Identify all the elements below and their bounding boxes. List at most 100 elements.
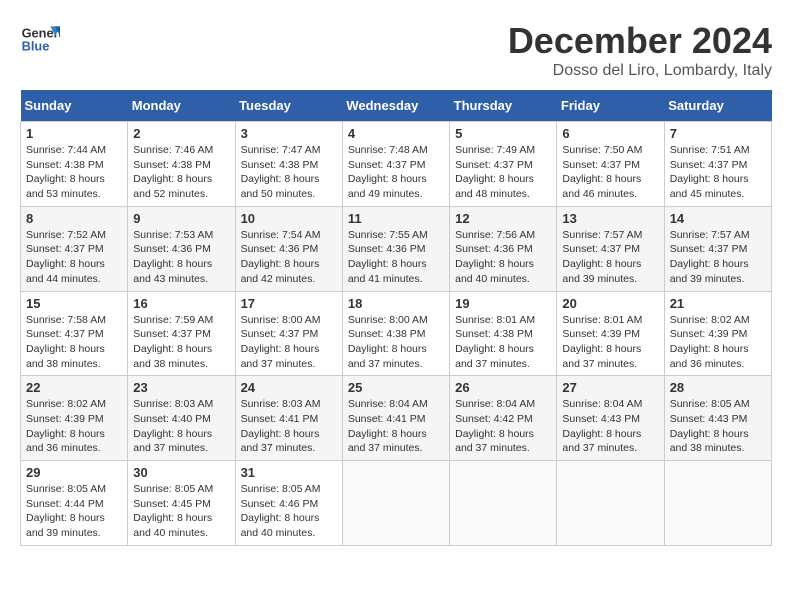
header-day-thursday: Thursday xyxy=(450,90,557,122)
day-number: 24 xyxy=(241,380,337,395)
calendar-cell xyxy=(664,461,771,546)
day-info: Sunrise: 7:58 AM Sunset: 4:37 PM Dayligh… xyxy=(26,313,122,372)
day-number: 28 xyxy=(670,380,766,395)
calendar-cell: 19 Sunrise: 8:01 AM Sunset: 4:38 PM Dayli… xyxy=(450,291,557,376)
day-info: Sunrise: 8:01 AM Sunset: 4:38 PM Dayligh… xyxy=(455,313,551,372)
day-number: 31 xyxy=(241,465,337,480)
day-info: Sunrise: 8:00 AM Sunset: 4:37 PM Dayligh… xyxy=(241,313,337,372)
calendar-cell: 13 Sunrise: 7:57 AM Sunset: 4:37 PM Dayli… xyxy=(557,206,664,291)
calendar-cell: 21Sunrise: 8:02 AM Sunset: 4:39 PM Dayli… xyxy=(664,291,771,376)
day-number: 4 xyxy=(348,126,444,141)
day-info: Sunrise: 8:02 AM Sunset: 4:39 PM Dayligh… xyxy=(670,313,766,372)
calendar-cell: 22Sunrise: 8:02 AM Sunset: 4:39 PM Dayli… xyxy=(21,376,128,461)
day-info: Sunrise: 7:57 AM Sunset: 4:37 PM Dayligh… xyxy=(670,228,766,287)
calendar-cell: 1 Sunrise: 7:44 AM Sunset: 4:38 PM Daylig… xyxy=(21,122,128,207)
title-section: December 2024 Dosso del Liro, Lombardy, … xyxy=(508,20,772,80)
day-number: 17 xyxy=(241,296,337,311)
day-info: Sunrise: 7:44 AM Sunset: 4:38 PM Dayligh… xyxy=(26,143,122,202)
day-number: 3 xyxy=(241,126,337,141)
day-info: Sunrise: 7:46 AM Sunset: 4:38 PM Dayligh… xyxy=(133,143,229,202)
day-info: Sunrise: 8:04 AM Sunset: 4:41 PM Dayligh… xyxy=(348,397,444,456)
calendar-cell xyxy=(450,461,557,546)
location-title: Dosso del Liro, Lombardy, Italy xyxy=(508,62,772,80)
day-number: 25 xyxy=(348,380,444,395)
calendar-week-1: 1 Sunrise: 7:44 AM Sunset: 4:38 PM Daylig… xyxy=(21,122,772,207)
svg-text:Blue: Blue xyxy=(22,38,50,53)
calendar-cell: 31 Sunrise: 8:05 AM Sunset: 4:46 PM Dayli… xyxy=(235,461,342,546)
day-info: Sunrise: 8:04 AM Sunset: 4:43 PM Dayligh… xyxy=(562,397,658,456)
calendar-cell xyxy=(342,461,449,546)
day-info: Sunrise: 7:57 AM Sunset: 4:37 PM Dayligh… xyxy=(562,228,658,287)
calendar-cell: 23Sunrise: 8:03 AM Sunset: 4:40 PM Dayli… xyxy=(128,376,235,461)
day-info: Sunrise: 7:55 AM Sunset: 4:36 PM Dayligh… xyxy=(348,228,444,287)
calendar-table: SundayMondayTuesdayWednesdayThursdayFrid… xyxy=(20,90,772,546)
day-info: Sunrise: 8:04 AM Sunset: 4:42 PM Dayligh… xyxy=(455,397,551,456)
logo: General Blue xyxy=(20,20,66,60)
day-info: Sunrise: 8:03 AM Sunset: 4:41 PM Dayligh… xyxy=(241,397,337,456)
day-info: Sunrise: 8:01 AM Sunset: 4:39 PM Dayligh… xyxy=(562,313,658,372)
calendar-cell: 17 Sunrise: 8:00 AM Sunset: 4:37 PM Dayli… xyxy=(235,291,342,376)
day-info: Sunrise: 7:48 AM Sunset: 4:37 PM Dayligh… xyxy=(348,143,444,202)
calendar-week-4: 22Sunrise: 8:02 AM Sunset: 4:39 PM Dayli… xyxy=(21,376,772,461)
day-info: Sunrise: 7:56 AM Sunset: 4:36 PM Dayligh… xyxy=(455,228,551,287)
day-number: 14 xyxy=(670,211,766,226)
calendar-cell: 24 Sunrise: 8:03 AM Sunset: 4:41 PM Dayli… xyxy=(235,376,342,461)
calendar-cell: 25 Sunrise: 8:04 AM Sunset: 4:41 PM Dayli… xyxy=(342,376,449,461)
day-info: Sunrise: 7:49 AM Sunset: 4:37 PM Dayligh… xyxy=(455,143,551,202)
calendar-cell: 30 Sunrise: 8:05 AM Sunset: 4:45 PM Dayli… xyxy=(128,461,235,546)
calendar-cell: 14 Sunrise: 7:57 AM Sunset: 4:37 PM Dayli… xyxy=(664,206,771,291)
day-number: 27 xyxy=(562,380,658,395)
day-info: Sunrise: 7:52 AM Sunset: 4:37 PM Dayligh… xyxy=(26,228,122,287)
month-title: December 2024 xyxy=(508,20,772,62)
day-info: Sunrise: 8:00 AM Sunset: 4:38 PM Dayligh… xyxy=(348,313,444,372)
day-number: 11 xyxy=(348,211,444,226)
day-number: 29 xyxy=(26,465,122,480)
day-number: 1 xyxy=(26,126,122,141)
day-info: Sunrise: 7:59 AM Sunset: 4:37 PM Dayligh… xyxy=(133,313,229,372)
day-number: 7 xyxy=(670,126,766,141)
day-number: 20 xyxy=(562,296,658,311)
calendar-cell: 18Sunrise: 8:00 AM Sunset: 4:38 PM Dayli… xyxy=(342,291,449,376)
calendar-cell: 7 Sunrise: 7:51 AM Sunset: 4:37 PM Daylig… xyxy=(664,122,771,207)
day-info: Sunrise: 7:54 AM Sunset: 4:36 PM Dayligh… xyxy=(241,228,337,287)
calendar-cell: 16Sunrise: 7:59 AM Sunset: 4:37 PM Dayli… xyxy=(128,291,235,376)
day-number: 13 xyxy=(562,211,658,226)
day-number: 6 xyxy=(562,126,658,141)
header-day-friday: Friday xyxy=(557,90,664,122)
calendar-cell xyxy=(557,461,664,546)
calendar-cell: 9Sunrise: 7:53 AM Sunset: 4:36 PM Daylig… xyxy=(128,206,235,291)
calendar-cell: 6 Sunrise: 7:50 AM Sunset: 4:37 PM Daylig… xyxy=(557,122,664,207)
day-info: Sunrise: 8:02 AM Sunset: 4:39 PM Dayligh… xyxy=(26,397,122,456)
calendar-cell: 26Sunrise: 8:04 AM Sunset: 4:42 PM Dayli… xyxy=(450,376,557,461)
calendar-week-3: 15 Sunrise: 7:58 AM Sunset: 4:37 PM Dayli… xyxy=(21,291,772,376)
day-info: Sunrise: 8:03 AM Sunset: 4:40 PM Dayligh… xyxy=(133,397,229,456)
day-number: 2 xyxy=(133,126,229,141)
calendar-cell: 5 Sunrise: 7:49 AM Sunset: 4:37 PM Daylig… xyxy=(450,122,557,207)
header-day-saturday: Saturday xyxy=(664,90,771,122)
header-day-tuesday: Tuesday xyxy=(235,90,342,122)
calendar-cell: 20 Sunrise: 8:01 AM Sunset: 4:39 PM Dayli… xyxy=(557,291,664,376)
day-number: 5 xyxy=(455,126,551,141)
day-number: 19 xyxy=(455,296,551,311)
day-info: Sunrise: 8:05 AM Sunset: 4:46 PM Dayligh… xyxy=(241,482,337,541)
day-number: 30 xyxy=(133,465,229,480)
day-info: Sunrise: 7:50 AM Sunset: 4:37 PM Dayligh… xyxy=(562,143,658,202)
day-number: 8 xyxy=(26,211,122,226)
header-day-wednesday: Wednesday xyxy=(342,90,449,122)
header-day-monday: Monday xyxy=(128,90,235,122)
header-day-sunday: Sunday xyxy=(21,90,128,122)
calendar-cell: 11 Sunrise: 7:55 AM Sunset: 4:36 PM Dayli… xyxy=(342,206,449,291)
day-number: 15 xyxy=(26,296,122,311)
day-number: 12 xyxy=(455,211,551,226)
calendar-cell: 12 Sunrise: 7:56 AM Sunset: 4:36 PM Dayli… xyxy=(450,206,557,291)
day-info: Sunrise: 7:53 AM Sunset: 4:36 PM Dayligh… xyxy=(133,228,229,287)
calendar-week-2: 8 Sunrise: 7:52 AM Sunset: 4:37 PM Daylig… xyxy=(21,206,772,291)
calendar-cell: 15 Sunrise: 7:58 AM Sunset: 4:37 PM Dayli… xyxy=(21,291,128,376)
day-info: Sunrise: 8:05 AM Sunset: 4:43 PM Dayligh… xyxy=(670,397,766,456)
day-info: Sunrise: 7:51 AM Sunset: 4:37 PM Dayligh… xyxy=(670,143,766,202)
calendar-week-5: 29Sunrise: 8:05 AM Sunset: 4:44 PM Dayli… xyxy=(21,461,772,546)
day-info: Sunrise: 8:05 AM Sunset: 4:45 PM Dayligh… xyxy=(133,482,229,541)
calendar-cell: 27 Sunrise: 8:04 AM Sunset: 4:43 PM Dayli… xyxy=(557,376,664,461)
calendar-cell: 2 Sunrise: 7:46 AM Sunset: 4:38 PM Daylig… xyxy=(128,122,235,207)
calendar-cell: 3Sunrise: 7:47 AM Sunset: 4:38 PM Daylig… xyxy=(235,122,342,207)
